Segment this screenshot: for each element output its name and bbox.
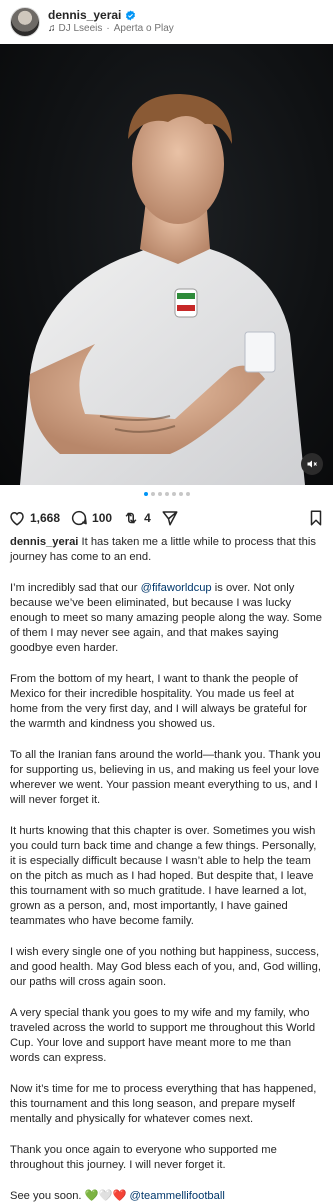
carousel-dot	[171, 492, 176, 496]
caption-paragraph: It hurts knowing that this chapter is ov…	[10, 825, 317, 927]
comment-action[interactable]: 100	[70, 509, 112, 527]
carousel-dot	[178, 492, 183, 496]
comment-count: 100	[92, 511, 113, 525]
mention-link[interactable]: @teammellifootball	[130, 1190, 225, 1202]
action-bar: 1,668 100 4	[0, 503, 333, 533]
repost-icon[interactable]	[122, 509, 140, 527]
avatar[interactable]	[10, 7, 40, 37]
sleeve-patch	[244, 331, 276, 373]
header-meta: dennis_yerai ♫ DJ Lseeis · Aperta o Play	[48, 9, 174, 35]
send-icon[interactable]	[161, 509, 179, 527]
audio-row[interactable]: ♫ DJ Lseeis · Aperta o Play	[48, 22, 174, 35]
audio-track[interactable]: DJ Lseeis	[59, 22, 103, 35]
caption-paragraph: To all the Iranian fans around the world…	[10, 749, 321, 806]
post-image[interactable]	[0, 44, 333, 485]
carousel-dot	[150, 492, 155, 496]
username-row: dennis_yerai	[48, 9, 174, 22]
save-action[interactable]	[307, 509, 325, 527]
caption-username[interactable]: dennis_yerai	[10, 536, 78, 548]
mute-button[interactable]	[301, 453, 323, 475]
carousel-dot	[143, 492, 148, 496]
caption-paragraph: Now it’s time for me to process everythi…	[10, 1083, 317, 1125]
like-action[interactable]: 1,668	[8, 509, 60, 527]
separator: ·	[106, 23, 110, 34]
music-note-icon: ♫	[48, 23, 56, 34]
mention-link[interactable]: @fifaworldcup	[141, 582, 212, 594]
speaker-muted-icon	[307, 460, 317, 468]
username[interactable]: dennis_yerai	[48, 9, 121, 22]
caption-text: I’m incredibly sad that our	[10, 582, 141, 594]
bookmark-icon[interactable]	[307, 509, 325, 527]
caption-text: See you soon.	[10, 1190, 85, 1202]
post-caption: dennis_yerai It has taken me a little wh…	[0, 533, 333, 1204]
comment-icon[interactable]	[70, 509, 88, 527]
repost-action[interactable]: 4	[122, 509, 151, 527]
caption-paragraph: I’m incredibly sad that our @fifaworldcu…	[10, 581, 323, 656]
flag-red	[177, 305, 195, 311]
carousel-dot	[164, 492, 169, 496]
caption-paragraph: From the bottom of my heart, I want to t…	[10, 673, 308, 730]
repost-count: 4	[144, 511, 151, 525]
caption-paragraph: I wish every single one of you nothing b…	[10, 946, 321, 988]
carousel-indicator	[0, 485, 333, 503]
caption-paragraph: Thank you once again to everyone who sup…	[10, 1144, 277, 1171]
audio-action[interactable]: Aperta o Play	[114, 22, 174, 35]
like-count: 1,668	[30, 511, 61, 525]
carousel-dot	[157, 492, 162, 496]
heart-emojis: 💚🤍❤️	[84, 1190, 127, 1202]
heart-icon[interactable]	[8, 509, 26, 527]
caption-paragraph: See you soon. 💚🤍❤️ @teammellifootball	[10, 1189, 323, 1204]
flag-white	[177, 299, 195, 305]
caption-paragraph: dennis_yerai It has taken me a little wh…	[10, 535, 323, 565]
verified-badge-icon	[126, 10, 136, 21]
share-action[interactable]	[161, 509, 179, 527]
post-header: dennis_yerai ♫ DJ Lseeis · Aperta o Play	[0, 0, 333, 44]
player-photo	[20, 94, 305, 485]
carousel-dot	[185, 492, 190, 496]
caption-paragraph: A very special thank you goes to my wife…	[10, 1007, 316, 1064]
flag-green	[177, 293, 195, 299]
